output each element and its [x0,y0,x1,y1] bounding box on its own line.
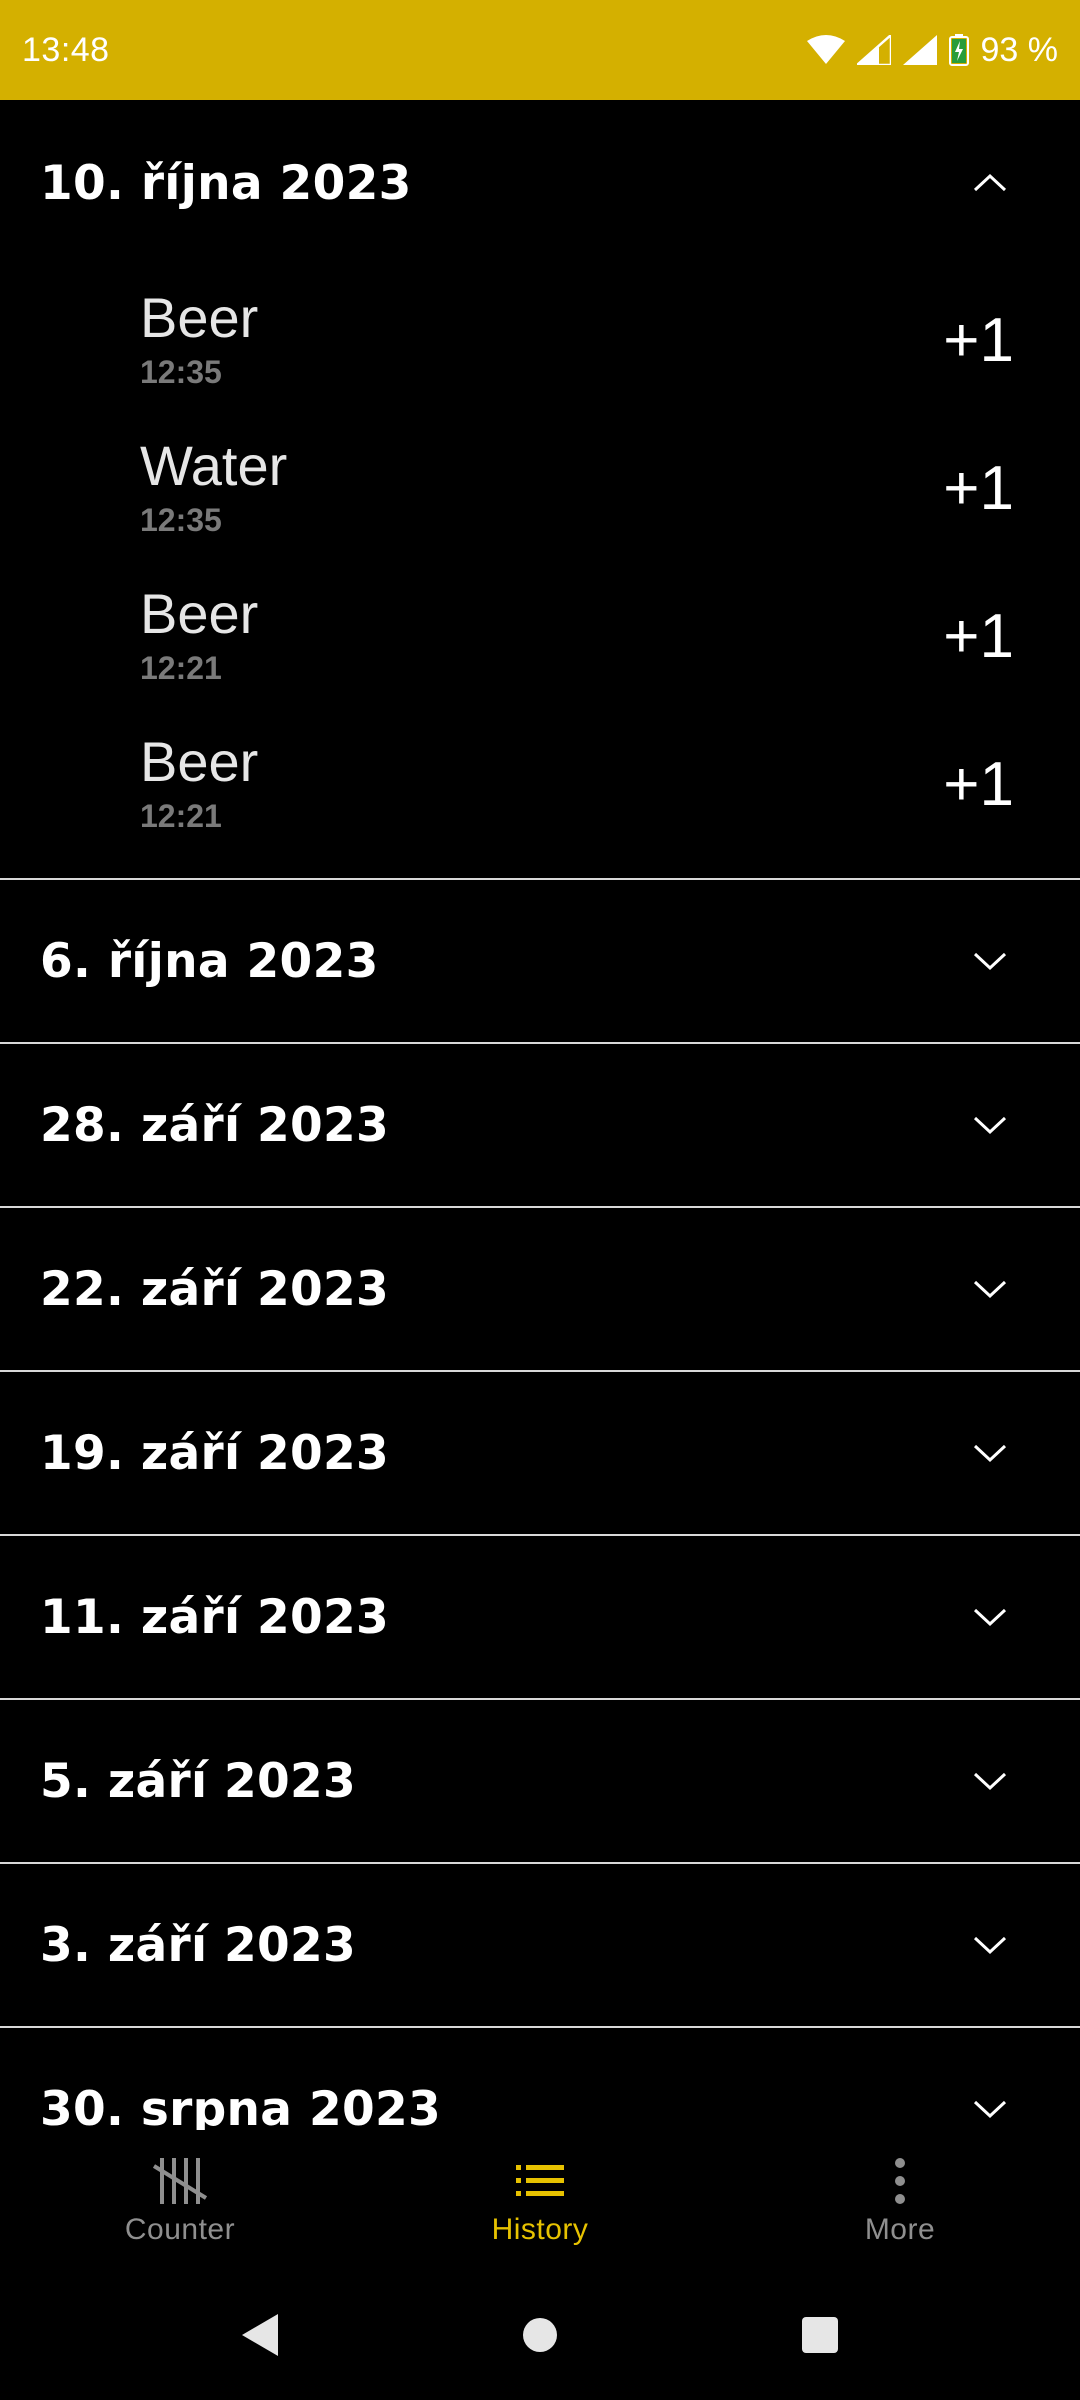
system-navigation [0,2270,1080,2400]
chevron-up-icon[interactable] [960,153,1020,213]
day-header[interactable]: 10. října 2023 [0,100,1080,266]
day-section-expanded: 10. října 2023 Beer 12:35 +1 Water 12:35… [0,100,1080,880]
day-section-collapsed: 5. září 2023 [0,1700,1080,1864]
nav-history[interactable]: History [390,2153,690,2247]
nav-label: History [491,2213,589,2246]
signal-icon [856,35,891,65]
entry-name: Water [140,434,288,498]
day-date: 10. října 2023 [40,155,412,211]
day-date: 5. září 2023 [40,1753,357,1809]
nav-counter[interactable]: Counter [30,2153,330,2247]
entry-name: Beer [140,730,259,794]
day-date: 11. září 2023 [40,1589,390,1645]
entry-amount: +1 [943,305,1014,375]
history-list[interactable]: 10. října 2023 Beer 12:35 +1 Water 12:35… [0,100,1080,2130]
chevron-down-icon[interactable] [960,1915,1020,1975]
status-time: 13:48 [22,30,110,69]
day-section-collapsed: 28. září 2023 [0,1044,1080,1208]
entry-amount: +1 [943,453,1014,523]
day-header[interactable]: 5. září 2023 [0,1700,1080,1862]
day-section-collapsed: 11. září 2023 [0,1536,1080,1700]
chevron-down-icon[interactable] [960,2079,1020,2130]
history-entry[interactable]: Beer 12:21 +1 [0,562,1080,710]
entry-name: Beer [140,286,259,350]
day-header[interactable]: 3. září 2023 [0,1864,1080,2026]
home-icon[interactable] [500,2295,580,2375]
entry-name: Beer [140,582,259,646]
day-date: 19. září 2023 [40,1425,390,1481]
day-section-collapsed: 6. října 2023 [0,880,1080,1044]
entry-time: 12:21 [140,649,222,686]
entry-time: 12:35 [140,353,222,390]
status-icons: 93 % [806,30,1059,70]
day-header[interactable]: 6. října 2023 [0,880,1080,1042]
more-vertical-icon [893,2153,907,2209]
entries-list: Beer 12:35 +1 Water 12:35 +1 Beer 12:21 … [0,266,1080,878]
wifi-icon [806,35,845,65]
chevron-down-icon[interactable] [960,1259,1020,1319]
day-date: 28. září 2023 [40,1097,390,1153]
history-entry[interactable]: Water 12:35 +1 [0,414,1080,562]
day-section-collapsed: 22. září 2023 [0,1208,1080,1372]
day-header[interactable]: 28. září 2023 [0,1044,1080,1206]
day-date: 30. srpna 2023 [40,2081,441,2131]
chevron-down-icon[interactable] [960,1095,1020,1155]
chevron-down-icon[interactable] [960,1587,1020,1647]
entry-time: 12:21 [140,797,222,834]
battery-percent: 93 % [980,30,1059,69]
chevron-down-icon[interactable] [960,931,1020,991]
nav-more[interactable]: More [750,2153,1050,2247]
day-date: 6. října 2023 [40,933,379,989]
back-icon[interactable] [220,2295,300,2375]
status-bar: 13:48 93 % [0,0,1080,100]
day-section-collapsed: 30. srpna 2023 [0,2028,1080,2130]
day-header[interactable]: 22. září 2023 [0,1208,1080,1370]
day-section-collapsed: 3. září 2023 [0,1864,1080,2028]
day-date: 22. září 2023 [40,1261,390,1317]
day-header[interactable]: 30. srpna 2023 [0,2028,1080,2130]
day-header[interactable]: 19. září 2023 [0,1372,1080,1534]
tally-icon [150,2153,210,2209]
day-section-collapsed: 19. září 2023 [0,1372,1080,1536]
day-date: 3. září 2023 [40,1917,357,1973]
entry-time: 12:35 [140,501,222,538]
nav-label: More [864,2213,936,2246]
bottom-navigation: Counter History More [0,2130,1080,2270]
history-entry[interactable]: Beer 12:35 +1 [0,266,1080,414]
list-icon [516,2153,564,2209]
day-header[interactable]: 11. září 2023 [0,1536,1080,1698]
battery-charging-icon [948,34,969,66]
history-entry[interactable]: Beer 12:21 +1 [0,710,1080,858]
recents-icon[interactable] [780,2295,860,2375]
entry-amount: +1 [943,749,1014,819]
entry-amount: +1 [943,601,1014,671]
nav-label: Counter [124,2213,236,2246]
signal-icon [902,35,937,65]
chevron-down-icon[interactable] [960,1423,1020,1483]
chevron-down-icon[interactable] [960,1751,1020,1811]
